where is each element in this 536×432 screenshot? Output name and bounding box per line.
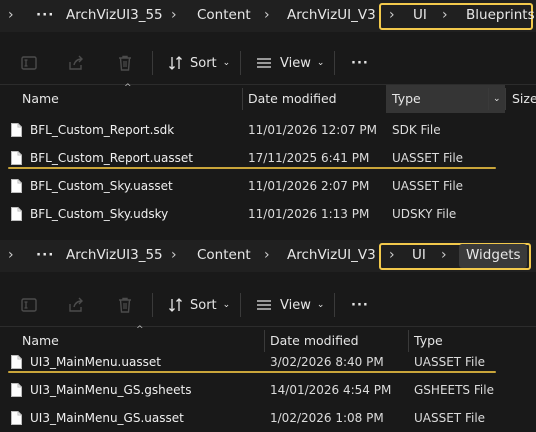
file-type: UDSKY File [392, 207, 457, 221]
toolbar-divider [240, 293, 241, 317]
file-name: UI3_MainMenu_GS.uasset [30, 411, 184, 425]
view-button[interactable]: View ⌄ [256, 282, 324, 328]
column-size[interactable]: Size [512, 85, 536, 113]
breadcrumb-more[interactable]: ··· [36, 240, 54, 272]
breadcrumb-more[interactable]: ··· [36, 0, 54, 32]
more-options-button[interactable]: ··· [351, 40, 369, 86]
file-icon [11, 383, 22, 397]
file-row[interactable]: BFL_Custom_Report.sdk 11/01/2026 12:07 P… [0, 116, 536, 144]
chevron-right-icon[interactable]: › [389, 0, 395, 32]
chevron-right-icon[interactable]: › [264, 0, 270, 32]
column-header: ^ Name Date modified Type ⌄ Size [0, 83, 536, 113]
delete-icon[interactable] [116, 40, 134, 86]
toolbar-divider [334, 51, 335, 75]
breadcrumb-item[interactable]: ArchVizUI_V3 [287, 0, 376, 32]
toolbar-divider [334, 293, 335, 317]
chevron-down-icon: ⌄ [222, 300, 231, 310]
file-type: UASSET File [392, 179, 464, 193]
file-date: 11/01/2026 1:13 PM [248, 207, 370, 221]
file-type: UASSET File [414, 411, 486, 425]
file-icon [11, 151, 22, 165]
column-name[interactable]: Name [22, 85, 59, 113]
breadcrumb-item[interactable]: Widgets [466, 240, 521, 272]
breadcrumb-item[interactable]: ArchVizUI_V3 [287, 240, 376, 272]
file-name: BFL_Custom_Report.sdk [30, 123, 175, 137]
toolbar-divider [152, 51, 153, 75]
chevron-right-icon[interactable]: › [171, 0, 177, 32]
column-date[interactable]: Date modified [248, 85, 337, 113]
file-date: 11/01/2026 2:07 PM [248, 179, 370, 193]
sort-button[interactable]: Sort ⌄ [168, 282, 230, 328]
file-name: BFL_Custom_Sky.udsky [30, 207, 169, 221]
toolbar-divider [240, 51, 241, 75]
file-row[interactable]: BFL_Custom_Sky.uasset 11/01/2026 2:07 PM… [0, 172, 536, 200]
sort-caret-icon: ^ [136, 325, 144, 335]
file-date: 14/01/2026 4:54 PM [270, 383, 392, 397]
delete-icon[interactable] [116, 282, 134, 328]
rename-icon[interactable] [20, 40, 38, 86]
view-button[interactable]: View ⌄ [256, 40, 324, 86]
file-row[interactable]: UI3_MainMenu_GS.uasset 1/02/2026 1:08 PM… [0, 404, 536, 432]
chevron-down-icon: ⌄ [316, 58, 325, 68]
file-icon [11, 179, 22, 193]
sort-icon [169, 56, 182, 70]
chevron-right-icon[interactable]: › [8, 240, 14, 272]
chevron-right-icon[interactable]: › [389, 240, 395, 272]
file-icon [11, 411, 22, 425]
file-name: BFL_Custom_Sky.uasset [30, 179, 173, 193]
chevron-down-icon: ⌄ [316, 300, 325, 310]
chevron-right-icon[interactable]: › [442, 0, 448, 32]
breadcrumb-item[interactable]: Blueprints [466, 0, 535, 32]
file-name: UI3_MainMenu_GS.gsheets [30, 383, 192, 397]
column-divider[interactable] [242, 88, 243, 110]
chevron-down-icon[interactable]: ⌄ [493, 85, 501, 113]
chevron-right-icon[interactable]: › [8, 0, 14, 32]
command-bar: Sort ⌄ View ⌄ ··· [0, 282, 536, 328]
view-icon [257, 300, 271, 310]
toolbar-divider [152, 293, 153, 317]
chevron-right-icon[interactable]: › [441, 240, 447, 272]
column-type[interactable]: Type [392, 85, 421, 113]
breadcrumb-item[interactable]: Content [197, 0, 251, 32]
file-row[interactable]: BFL_Custom_Sky.udsky 11/01/2026 1:13 PM … [0, 200, 536, 228]
view-icon [257, 58, 271, 68]
file-icon [11, 355, 22, 369]
file-icon [11, 207, 22, 221]
address-bar[interactable]: › ··· ArchVizUI3_55 › Content › ArchVizU… [0, 0, 536, 32]
sort-button[interactable]: Sort ⌄ [168, 40, 230, 86]
column-divider[interactable] [488, 88, 489, 110]
file-row[interactable]: UI3_MainMenu_GS.gsheets 14/01/2026 4:54 … [0, 376, 536, 404]
share-icon[interactable] [67, 282, 85, 328]
chevron-right-icon[interactable]: › [171, 240, 177, 272]
highlight-underline [8, 167, 496, 169]
share-icon[interactable] [67, 40, 85, 86]
file-date: 11/01/2026 12:07 PM [248, 123, 377, 137]
top-explorer-pane: › ··· ArchVizUI3_55 › Content › ArchVizU… [0, 0, 536, 240]
more-options-button[interactable]: ··· [351, 282, 369, 328]
breadcrumb-item[interactable]: Content [197, 240, 251, 272]
rename-icon[interactable] [20, 282, 38, 328]
bottom-explorer-pane: › ··· ArchVizUI3_55 › Content › ArchVizU… [0, 240, 536, 432]
chevron-right-icon[interactable]: › [264, 240, 270, 272]
file-date: 1/02/2026 1:08 PM [270, 411, 384, 425]
highlight-underline [8, 371, 496, 373]
chevron-down-icon: ⌄ [222, 58, 231, 68]
command-bar: Sort ⌄ View ⌄ ··· [0, 40, 536, 86]
address-bar[interactable]: › ··· ArchVizUI3_55 › Content › ArchVizU… [0, 240, 536, 272]
breadcrumb-item[interactable]: UI [413, 0, 427, 32]
file-icon [11, 123, 22, 137]
column-divider[interactable] [505, 88, 506, 110]
sort-icon [169, 298, 182, 312]
sort-caret-icon: ^ [124, 83, 132, 93]
file-type: GSHEETS File [414, 383, 494, 397]
file-type: SDK File [392, 123, 441, 137]
breadcrumb-item[interactable]: ArchVizUI3_55 [66, 0, 163, 32]
breadcrumb-item[interactable]: ArchVizUI3_55 [66, 240, 163, 272]
breadcrumb-item[interactable]: UI [412, 240, 426, 272]
